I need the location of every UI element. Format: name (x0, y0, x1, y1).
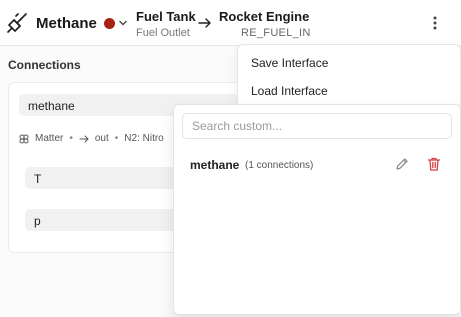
meta-direction: out (94, 133, 109, 144)
source-component[interactable]: Fuel Tank (136, 9, 196, 24)
load-interface-item[interactable]: Load Interface (251, 84, 328, 98)
load-interface-submenu: methane (1 connections) (173, 104, 461, 315)
destination-component[interactable]: Rocket Engine (219, 9, 309, 24)
arrow-right-icon (79, 135, 89, 142)
source-port: Fuel Outlet (136, 27, 190, 39)
interface-menu: Save Interface Load Interface (237, 44, 461, 108)
matter-icon (19, 134, 29, 143)
custom-interface-item[interactable]: methane (1 connections) (182, 152, 452, 176)
arrow-right-icon (198, 18, 211, 28)
connection-header: Methane Fuel Tank Fuel Outlet Rocket Eng… (0, 0, 461, 46)
save-interface-item[interactable]: Save Interface (251, 56, 328, 70)
connection-meta: Matter • out • N2: Nitro (19, 133, 164, 144)
pencil-icon[interactable] (394, 156, 410, 172)
color-swatch[interactable] (104, 18, 115, 29)
search-custom-input[interactable] (182, 113, 452, 139)
separator: • (69, 133, 73, 144)
meta-medium: N2: Nitro (124, 133, 164, 144)
interface-name: methane (190, 158, 240, 172)
trash-icon[interactable] (426, 156, 442, 172)
kebab-menu-icon[interactable] (426, 13, 444, 33)
connections-heading: Connections (8, 58, 81, 72)
chevron-down-icon[interactable] (118, 18, 128, 28)
connection-count: (1 connections) (245, 160, 314, 171)
destination-port: RE_FUEL_IN (241, 27, 311, 39)
connection-title: Methane (36, 15, 97, 32)
plug-icon (7, 13, 27, 33)
meta-type: Matter (35, 133, 64, 144)
separator: • (114, 133, 119, 144)
